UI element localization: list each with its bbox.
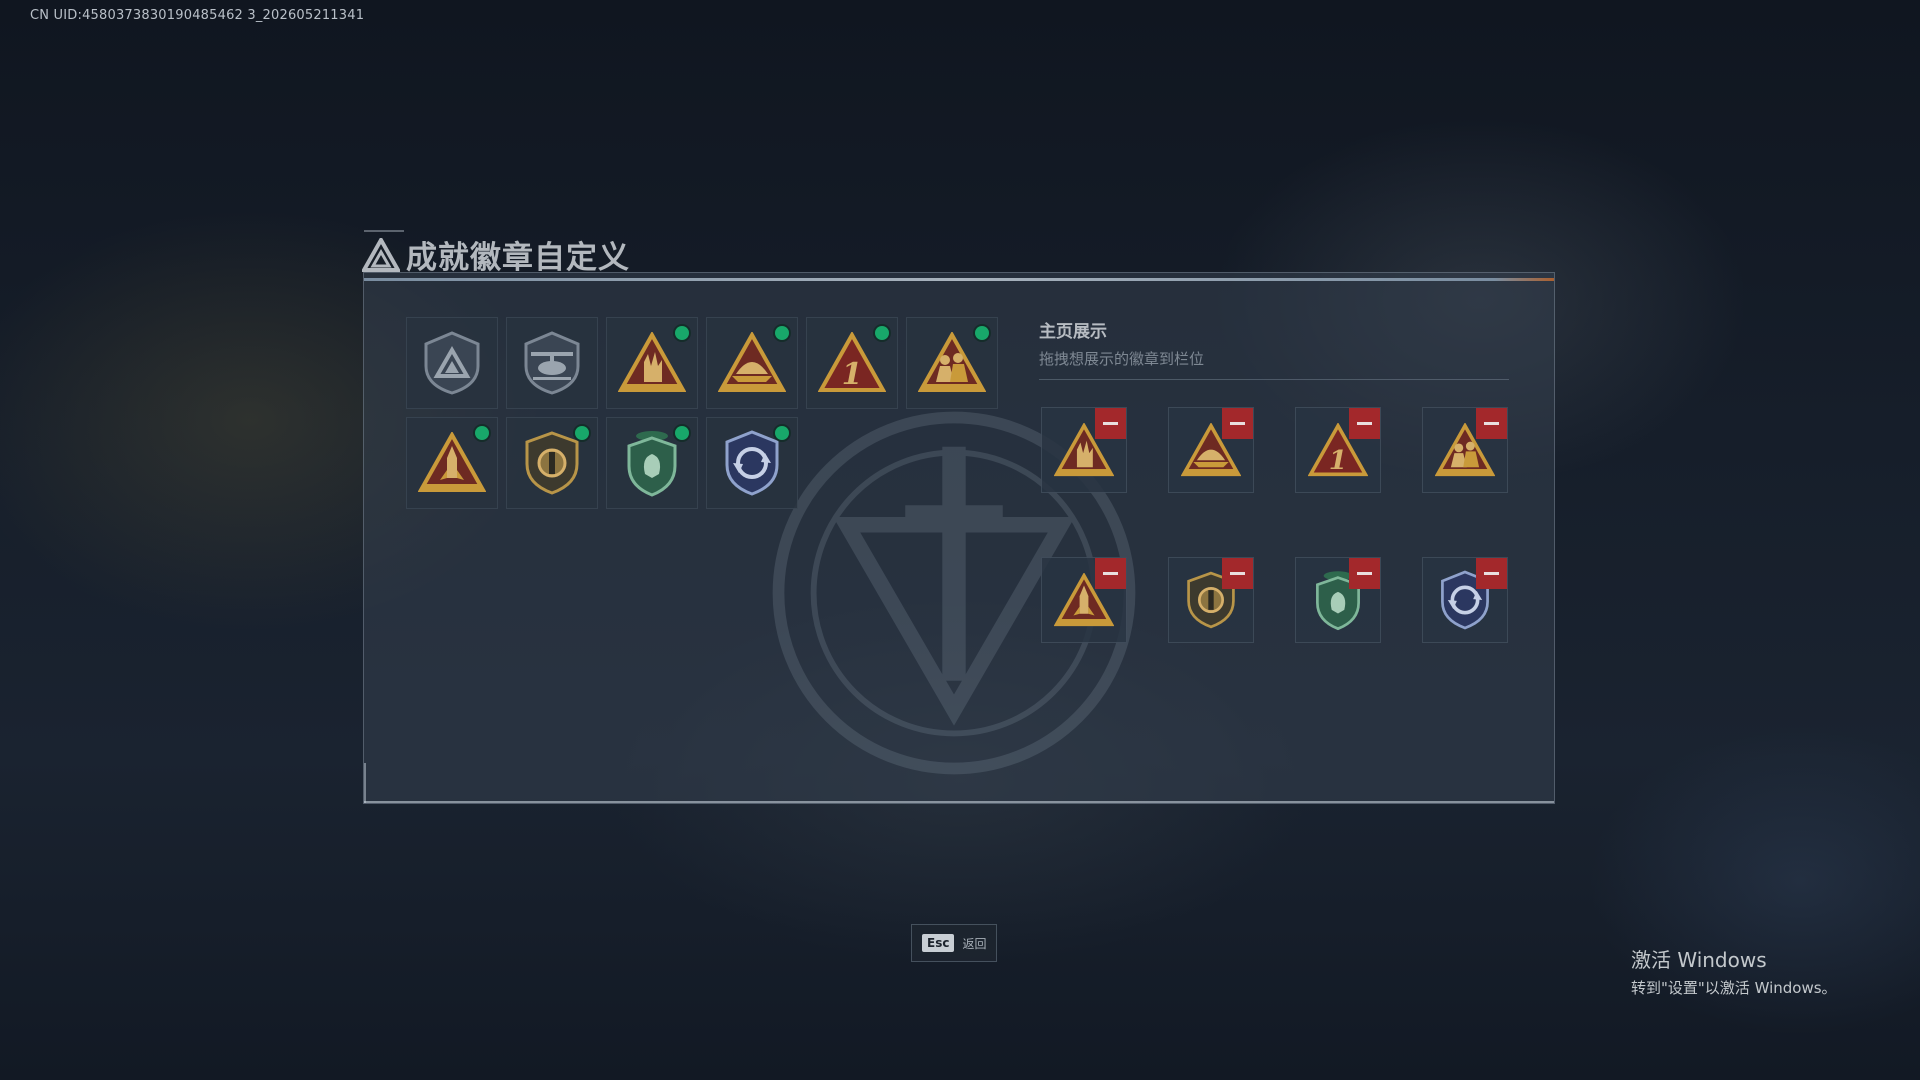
showcase-slot[interactable]: [1295, 557, 1381, 643]
badge-cell[interactable]: [406, 417, 498, 509]
minus-icon: [1484, 422, 1499, 425]
remove-badge-button[interactable]: [1349, 408, 1380, 439]
equipped-indicator: [675, 326, 689, 340]
badge-cell[interactable]: [506, 417, 598, 509]
page-title: 成就徽章自定义: [406, 240, 630, 276]
showcase-subtitle: 拖拽想展示的徽章到栏位: [1039, 350, 1205, 368]
soldiers-badge-icon: [918, 332, 986, 394]
green-shield-badge-icon: [623, 428, 681, 498]
showcase-slot[interactable]: [1422, 407, 1508, 493]
triangle-emblem-icon: [362, 237, 400, 272]
badge-cell[interactable]: [406, 317, 498, 409]
panel-top-accent: [364, 278, 1554, 281]
showcase-slot[interactable]: [1168, 407, 1254, 493]
badge-cell[interactable]: [706, 417, 798, 509]
minus-icon: [1357, 572, 1372, 575]
hand-sign-badge-icon: [618, 332, 686, 394]
number-one-badge-icon: 1: [818, 332, 886, 394]
helicopter-badge-icon: [521, 330, 583, 396]
showcase-slot[interactable]: 1: [1295, 407, 1381, 493]
round-shield-badge-icon: [523, 430, 581, 496]
remove-badge-button[interactable]: [1476, 558, 1507, 589]
owned-badges-grid: 1: [406, 317, 998, 509]
showcase-divider: [1039, 379, 1509, 380]
showcase-header: 主页展示 拖拽想展示的徽章到栏位: [1039, 317, 1509, 380]
minus-icon: [1103, 572, 1118, 575]
remove-badge-button[interactable]: [1222, 408, 1253, 439]
activation-subtitle: 转到"设置"以激活 Windows。: [1631, 979, 1837, 997]
remove-badge-button[interactable]: [1095, 408, 1126, 439]
equipped-indicator: [675, 426, 689, 440]
boat-badge-icon: [718, 332, 786, 394]
showcase-slot[interactable]: [1422, 557, 1508, 643]
back-button[interactable]: Esc 返回: [911, 924, 998, 962]
rocket-badge-icon: [418, 432, 486, 494]
panel-corner-tick: [364, 763, 366, 803]
page-header: 成就徽章自定义: [362, 232, 630, 277]
equipped-indicator: [975, 326, 989, 340]
remove-badge-button[interactable]: [1476, 408, 1507, 439]
badge-cell[interactable]: [506, 317, 598, 409]
badge-cell[interactable]: [906, 317, 998, 409]
badge-cell[interactable]: 1: [806, 317, 898, 409]
badge-cell[interactable]: [706, 317, 798, 409]
showcase-slot[interactable]: [1041, 557, 1127, 643]
equipped-indicator: [875, 326, 889, 340]
equipped-indicator: [775, 326, 789, 340]
minus-icon: [1357, 422, 1372, 425]
remove-badge-button[interactable]: [1222, 558, 1253, 589]
minus-icon: [1103, 422, 1118, 425]
badge-cell[interactable]: [606, 317, 698, 409]
minus-icon: [1230, 422, 1245, 425]
remove-badge-button[interactable]: [1349, 558, 1380, 589]
svg-text:1: 1: [842, 357, 863, 392]
esc-key-hint: Esc: [922, 934, 955, 952]
blue-cycle-badge-icon: [721, 429, 783, 497]
minus-icon: [1484, 572, 1499, 575]
shield-triangle-badge-icon: [421, 330, 483, 396]
badge-customize-panel: 1 主页展示 拖拽想展示的徽章到栏位 1: [363, 272, 1555, 804]
panel-bottom-line: [364, 801, 1554, 803]
equipped-indicator: [575, 426, 589, 440]
windows-activation-watermark: 激活 Windows 转到"设置"以激活 Windows。: [1631, 944, 1837, 998]
equipped-indicator: [475, 426, 489, 440]
back-label: 返回: [962, 936, 987, 951]
remove-badge-button[interactable]: [1095, 558, 1126, 589]
activation-title: 激活 Windows: [1631, 948, 1767, 972]
badge-cell[interactable]: [606, 417, 698, 509]
uid-label: CN UID:4580373830190485462 3_20260521134…: [30, 8, 365, 23]
showcase-slot[interactable]: [1041, 407, 1127, 493]
equipped-indicator: [775, 426, 789, 440]
showcase-slots: 1: [1041, 407, 1508, 643]
showcase-title: 主页展示: [1039, 322, 1107, 342]
minus-icon: [1230, 572, 1245, 575]
svg-text:1: 1: [1329, 445, 1347, 476]
showcase-slot[interactable]: [1168, 557, 1254, 643]
